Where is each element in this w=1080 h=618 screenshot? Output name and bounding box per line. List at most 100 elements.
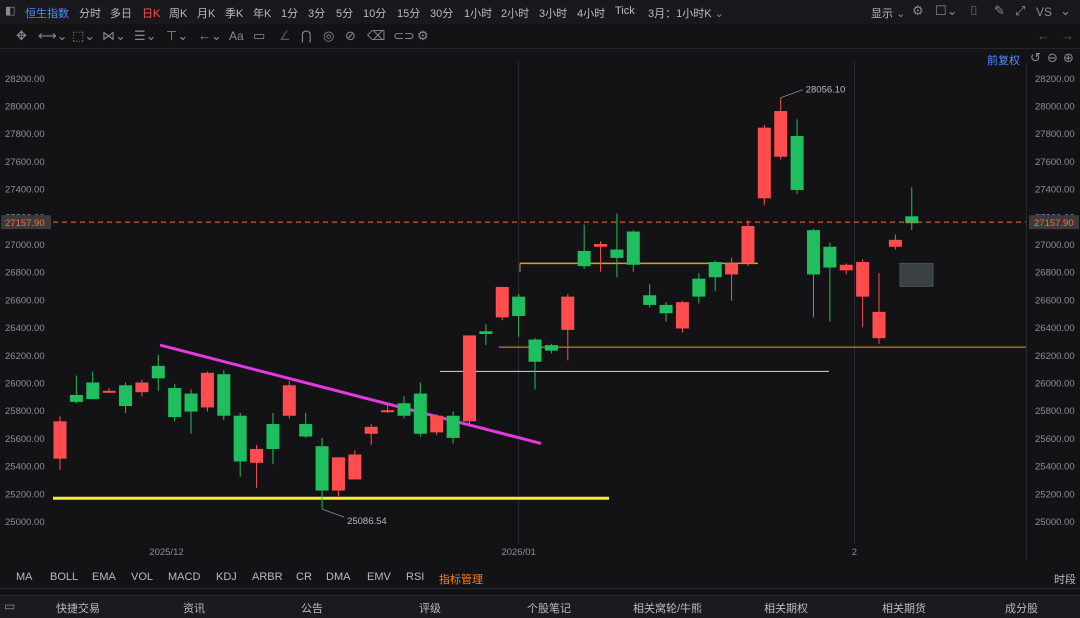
candle-body[interactable]: [594, 244, 608, 247]
candle-body[interactable]: [184, 393, 198, 412]
candle-body[interactable]: [577, 250, 591, 267]
indicator-tab[interactable]: CR: [296, 571, 312, 583]
instrument-title[interactable]: 恒生指数: [25, 5, 69, 21]
measure-tool-icon[interactable]: ⊤⌄: [166, 28, 188, 44]
fullscreen-icon[interactable]: ⤢: [1015, 3, 1025, 19]
candle-body[interactable]: [774, 111, 788, 157]
indicator-tab[interactable]: EMV: [367, 571, 391, 583]
indicator-tab[interactable]: KDJ: [216, 571, 237, 583]
candle-body[interactable]: [331, 457, 345, 491]
candle-body[interactable]: [561, 296, 575, 330]
period-tab[interactable]: 周K: [169, 5, 187, 21]
layout-icon[interactable]: ☐⌄: [935, 3, 958, 19]
session-toggle[interactable]: 时段: [1054, 571, 1076, 587]
period-tab[interactable]: Tick: [615, 5, 635, 17]
link-icon[interactable]: ⊂⊃: [393, 28, 415, 44]
pattern-tool-icon[interactable]: ⋈⌄: [102, 28, 126, 44]
hide-icon[interactable]: ⊘: [345, 28, 356, 44]
candle-body[interactable]: [413, 393, 427, 434]
candle-body[interactable]: [806, 230, 820, 275]
period-tab[interactable]: 3小时: [539, 5, 567, 21]
candle-body[interactable]: [266, 424, 280, 449]
candle-body[interactable]: [200, 372, 214, 408]
bottom-tab[interactable]: 公告: [301, 600, 323, 616]
period-tab[interactable]: 年K: [253, 5, 271, 21]
period-tab[interactable]: 季K: [225, 5, 243, 21]
candlestick-chart[interactable]: 25000.00 25000.00 25200.00 25200.00 25400.00…: [0, 0, 1080, 617]
zoom-in-icon[interactable]: ⊕: [1063, 50, 1074, 66]
candle-body[interactable]: [53, 421, 67, 459]
candle-body[interactable]: [741, 225, 755, 264]
candle-body[interactable]: [102, 390, 116, 393]
period-tab[interactable]: 1分: [281, 5, 298, 21]
brush-icon[interactable]: ∠: [279, 28, 291, 44]
candle-body[interactable]: [544, 345, 558, 351]
camera-icon[interactable]: ⌷: [970, 3, 978, 19]
candle-body[interactable]: [315, 446, 329, 491]
text-tool-icon[interactable]: Aa: [229, 28, 244, 44]
zoom-out-icon[interactable]: ⊖: [1047, 50, 1058, 66]
period-tab[interactable]: 5分: [336, 5, 353, 21]
candle-body[interactable]: [692, 278, 706, 297]
indicator-tab[interactable]: RSI: [406, 571, 424, 583]
candle-body[interactable]: [151, 365, 165, 379]
collapse-icon[interactable]: ⌄: [1060, 3, 1071, 19]
indicator-tab[interactable]: BOLL: [50, 571, 78, 583]
undo-arrow-icon[interactable]: ←: [1037, 28, 1050, 44]
period-tab-active[interactable]: 日K: [142, 5, 160, 21]
indicator-manage-link[interactable]: 指标管理: [439, 571, 483, 587]
indicator-tab[interactable]: MACD: [168, 571, 200, 583]
period-tab[interactable]: 多日: [110, 5, 132, 21]
candle-body[interactable]: [839, 264, 853, 271]
candle-body[interactable]: [708, 262, 722, 278]
note-tool-icon[interactable]: ▭: [253, 28, 265, 44]
candle-body[interactable]: [69, 394, 83, 402]
candle-body[interactable]: [381, 410, 395, 413]
candle-body[interactable]: [528, 339, 542, 362]
period-tab[interactable]: 月K: [197, 5, 215, 21]
redo-arrow-icon[interactable]: →: [1061, 28, 1074, 44]
candle-body[interactable]: [888, 239, 902, 247]
indicator-tab[interactable]: ARBR: [252, 571, 283, 583]
indicator-tab[interactable]: VOL: [131, 571, 153, 583]
candle-body[interactable]: [872, 311, 886, 339]
bottom-tab[interactable]: 个股笔记: [527, 600, 571, 616]
candle-body[interactable]: [168, 388, 182, 418]
candle-body[interactable]: [299, 424, 313, 437]
candle-body[interactable]: [135, 382, 149, 393]
settings-icon[interactable]: ⚙: [417, 28, 429, 44]
price-adjust-toggle[interactable]: 前复权: [987, 52, 1020, 68]
candle-body[interactable]: [479, 331, 493, 335]
rectangle-tool-icon[interactable]: ⬚⌄: [72, 28, 95, 44]
highlight-box[interactable]: [899, 262, 934, 287]
trash-icon[interactable]: ⌫: [367, 28, 385, 44]
candle-body[interactable]: [119, 385, 133, 407]
arrow-tool-icon[interactable]: ←⌄: [198, 28, 222, 44]
reset-zoom-icon[interactable]: ↺: [1030, 50, 1041, 66]
panel-toggle-icon[interactable]: ▭: [4, 599, 15, 613]
period-tab[interactable]: 2小时: [501, 5, 529, 21]
candle-body[interactable]: [463, 335, 476, 422]
period-tab[interactable]: 4小时: [577, 5, 605, 21]
candle-body[interactable]: [348, 454, 362, 480]
indicator-tab[interactable]: DMA: [326, 571, 350, 583]
candle-body[interactable]: [512, 296, 526, 317]
candle-body[interactable]: [659, 304, 673, 314]
candle-body[interactable]: [495, 286, 509, 318]
candle-body[interactable]: [757, 127, 771, 199]
period-tab[interactable]: 1小时: [464, 5, 492, 21]
candle-body[interactable]: [610, 249, 624, 258]
line-tool-icon[interactable]: ⟷⌄: [38, 28, 68, 44]
magnet-icon[interactable]: ⋂: [301, 28, 312, 44]
candle-body[interactable]: [364, 426, 378, 434]
pencil-icon[interactable]: ✎: [994, 3, 1005, 19]
bottom-tab[interactable]: 资讯: [183, 600, 205, 616]
candle-body[interactable]: [217, 374, 231, 416]
custom-period-dropdown[interactable]: 3月：1小时K ⌄: [648, 5, 724, 21]
indicator-tab[interactable]: MA: [16, 571, 33, 583]
candle-body[interactable]: [790, 135, 804, 190]
candle-body[interactable]: [823, 246, 837, 268]
candle-body[interactable]: [430, 415, 444, 433]
candle-body[interactable]: [856, 262, 870, 297]
move-icon[interactable]: ✥: [16, 28, 27, 44]
